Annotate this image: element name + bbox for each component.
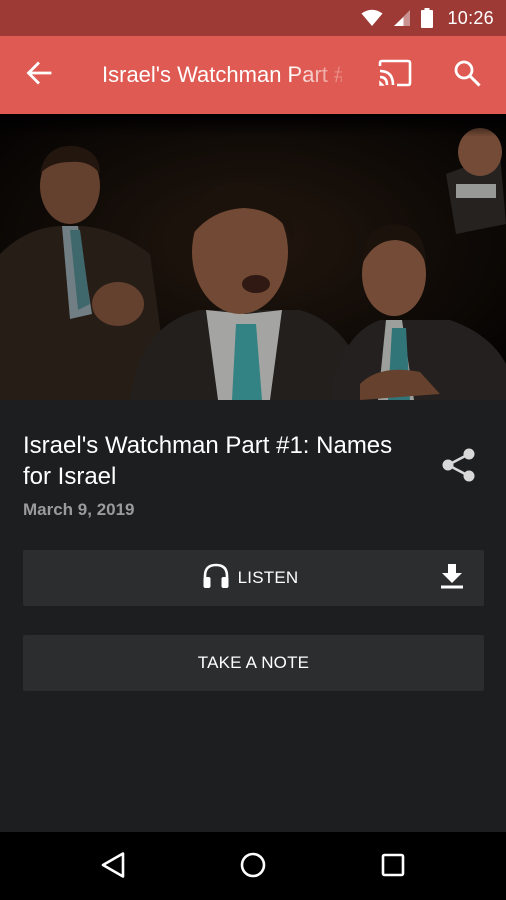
listen-button[interactable]: LISTEN: [23, 550, 423, 606]
nav-back-icon: [100, 851, 126, 884]
status-time: 10:26: [447, 7, 494, 28]
episode-details: Israel's Watchman Part #1: Names for Isr…: [0, 400, 506, 832]
headphones-icon: [202, 563, 230, 594]
back-button[interactable]: [4, 36, 74, 114]
nav-back-button[interactable]: [90, 844, 136, 890]
share-button[interactable]: [438, 446, 480, 488]
cast-icon: [378, 59, 412, 92]
episode-artwork: [0, 114, 506, 400]
system-nav-bar: [0, 832, 506, 900]
arrow-back-icon: [26, 60, 52, 91]
episode-title: Israel's Watchman Part #1: Names for Isr…: [23, 432, 393, 490]
status-bar: 10:26: [0, 0, 506, 36]
app-bar-title: Israel's Watchman Part #1: Names for Isr…: [102, 62, 342, 87]
download-icon: [438, 562, 466, 595]
app-bar: Israel's Watchman Part #1: Names for Isr…: [0, 36, 506, 114]
search-icon: [453, 59, 481, 92]
nav-home-icon: [239, 851, 267, 884]
nav-recents-button[interactable]: [370, 844, 416, 890]
nav-home-button[interactable]: [230, 844, 276, 890]
cast-button[interactable]: [374, 54, 416, 96]
listen-label: LISTEN: [237, 568, 299, 587]
download-button[interactable]: [434, 560, 470, 596]
cellular-signal-icon: [393, 9, 411, 27]
nav-recents-icon: [380, 852, 406, 883]
listen-row: LISTEN: [23, 550, 484, 606]
battery-icon: [421, 8, 434, 28]
take-note-button[interactable]: TAKE A NOTE: [23, 635, 484, 691]
episode-date: March 9, 2019: [23, 500, 135, 519]
share-icon: [441, 447, 477, 488]
wifi-icon: [361, 9, 383, 27]
take-note-label: TAKE A NOTE: [197, 653, 310, 672]
search-button[interactable]: [446, 54, 488, 96]
